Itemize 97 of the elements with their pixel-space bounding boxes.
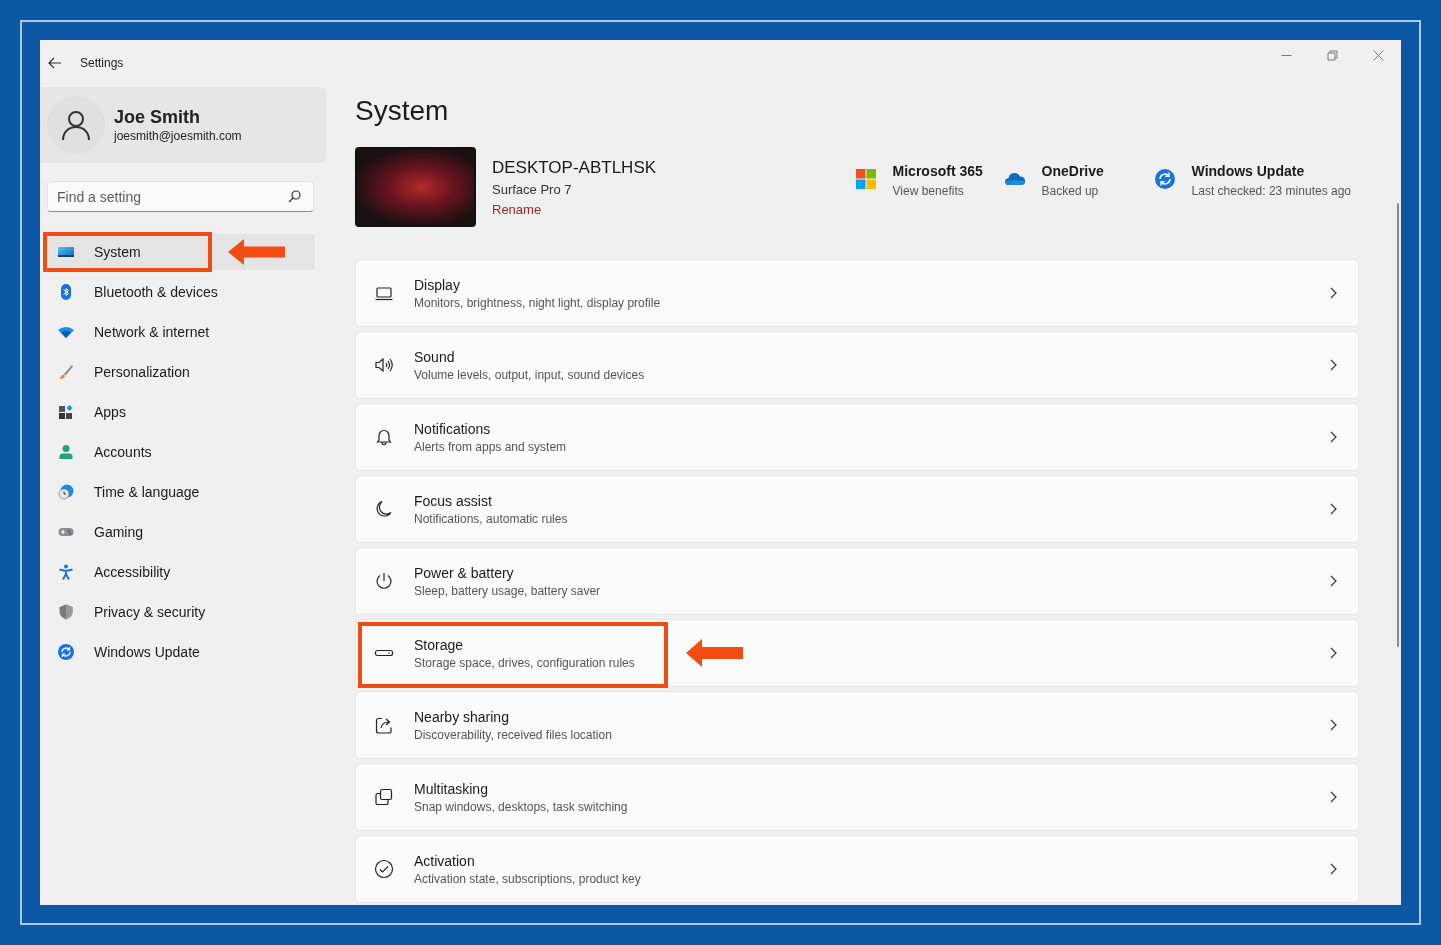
card-description: Alerts from apps and system [414,439,567,454]
nav-label: Accessibility [94,564,171,580]
sync-icon [1154,168,1175,189]
wifi-icon [58,324,74,340]
nav-label: Personalization [94,364,190,380]
service-status: Last checked: 23 minutes ago [1191,183,1351,198]
moon-icon [374,499,394,519]
search-icon [288,190,301,203]
nav-label: Gaming [94,524,144,540]
settings-card[interactable]: Power & battery Sleep, battery usage, battery saver [355,547,1359,615]
page-title: System [355,95,450,128]
window-title: Settings [80,55,124,70]
accessibility-icon [58,564,74,580]
nav-item[interactable]: Bluetooth & devices [47,274,315,310]
tiles-logo-icon [855,168,876,189]
chevron-right-icon [1328,287,1338,299]
device-name: DESKTOP-ABTLHSK [492,157,657,178]
chevron-right-icon [1328,503,1338,515]
card-title: Activation [414,852,476,869]
settings-card[interactable]: Sound Volume levels, output, input, sound devices [355,331,1359,399]
nav-label: Apps [94,404,126,420]
chevron-right-icon [1328,863,1338,875]
service-status: View benefits [892,183,965,198]
service-status: Backed up [1041,183,1100,198]
nav-item[interactable]: Privacy & security [47,594,315,630]
power-icon [374,571,394,591]
shield-icon [58,604,74,620]
chevron-right-icon [1328,719,1338,731]
share-icon [374,715,394,735]
nav-item[interactable]: Personalization [47,354,315,390]
apps-icon [58,404,74,420]
nav-item[interactable]: Time & language [47,474,315,510]
close-icon[interactable] [1372,49,1384,61]
nav-item[interactable]: Accessibility [47,554,315,590]
nav-label: Privacy & security [94,604,206,620]
card-title: Notifications [414,420,492,437]
nav-label: System [94,244,141,260]
windows-stack-icon [374,787,394,807]
annotation-arrow [228,239,285,265]
nav-item[interactable]: Windows Update [47,634,315,670]
nav-label: Time & language [94,484,200,500]
card-title: Nearby sharing [414,708,510,725]
service-title[interactable]: OneDrive [1041,162,1104,179]
card-title: Multitasking [414,780,489,797]
paintbrush-icon [58,364,74,380]
settings-card[interactable]: Storage Storage space, drives, configuration rules [355,619,1359,687]
scrollbar[interactable] [1397,203,1399,647]
bluetooth-icon [58,284,74,300]
chevron-right-icon [1328,359,1338,371]
settings-card[interactable]: Display Monitors, brightness, night light, display profile [355,259,1359,327]
speaker-icon [374,355,394,375]
person-icon [58,444,74,460]
card-description: Discoverability, received files location [414,727,612,742]
card-description: Snap windows, desktops, task switching [414,799,628,814]
card-description: Notifications, automatic rules [414,511,568,526]
restore-icon[interactable] [1326,49,1338,61]
nav-label: Windows Update [94,644,200,660]
rename-link[interactable]: Rename [492,201,657,217]
chevron-right-icon [1328,431,1338,443]
card-title: Sound [414,348,456,365]
nav-label: Network & internet [94,324,210,340]
settings-card[interactable]: Activation Activation state, subscriptions, product key [355,835,1359,903]
nav-label: Bluetooth & devices [94,284,218,300]
chevron-right-icon [1328,791,1338,803]
settings-card[interactable]: Nearby sharing Discoverability, received files location [355,691,1359,759]
card-title: Storage [414,636,465,653]
card-title: Display [414,276,461,293]
card-description: Monitors, brightness, night light, display profile [414,295,661,310]
check-circle-icon [374,859,394,879]
nav-item[interactable]: Apps [47,394,315,430]
chevron-right-icon [1328,575,1338,587]
profile-card[interactable]: Joe Smith joesmith@joesmith.com [40,87,326,163]
nav-item[interactable]: Accounts [47,434,315,470]
nav-item[interactable]: Network & internet [47,314,315,350]
profile-email: joesmith@joesmith.com [114,129,242,143]
profile-name: Joe Smith [114,107,202,128]
card-title: Power & battery [414,564,515,581]
bell-icon [374,427,394,447]
service-title[interactable]: Windows Update [1191,162,1351,179]
card-description: Volume levels, output, input, sound devices [414,367,645,382]
service-title[interactable]: Microsoft 365 [892,162,983,179]
settings-card[interactable]: Multitasking Snap windows, desktops, task switching [355,763,1359,831]
chevron-right-icon [1328,647,1338,659]
settings-card[interactable]: Focus assist Notifications, automatic rules [355,475,1359,543]
nav-label: Accounts [94,444,152,460]
search-field[interactable]: Find a setting [47,181,314,212]
globe-clock-icon [58,484,74,500]
sync-icon [58,644,74,660]
annotation-arrow [686,639,743,667]
settings-card[interactable]: Notifications Alerts from apps and system [355,403,1359,471]
nav-item[interactable]: Gaming [47,514,315,550]
device-model: Surface Pro 7 [492,181,573,197]
card-title: Focus assist [414,492,493,509]
display-icon [58,244,74,260]
card-description: Activation state, subscriptions, product key [414,871,641,886]
card-description: Sleep, battery usage, battery saver [414,583,601,598]
card-description: Storage space, drives, configuration rules [414,655,635,670]
